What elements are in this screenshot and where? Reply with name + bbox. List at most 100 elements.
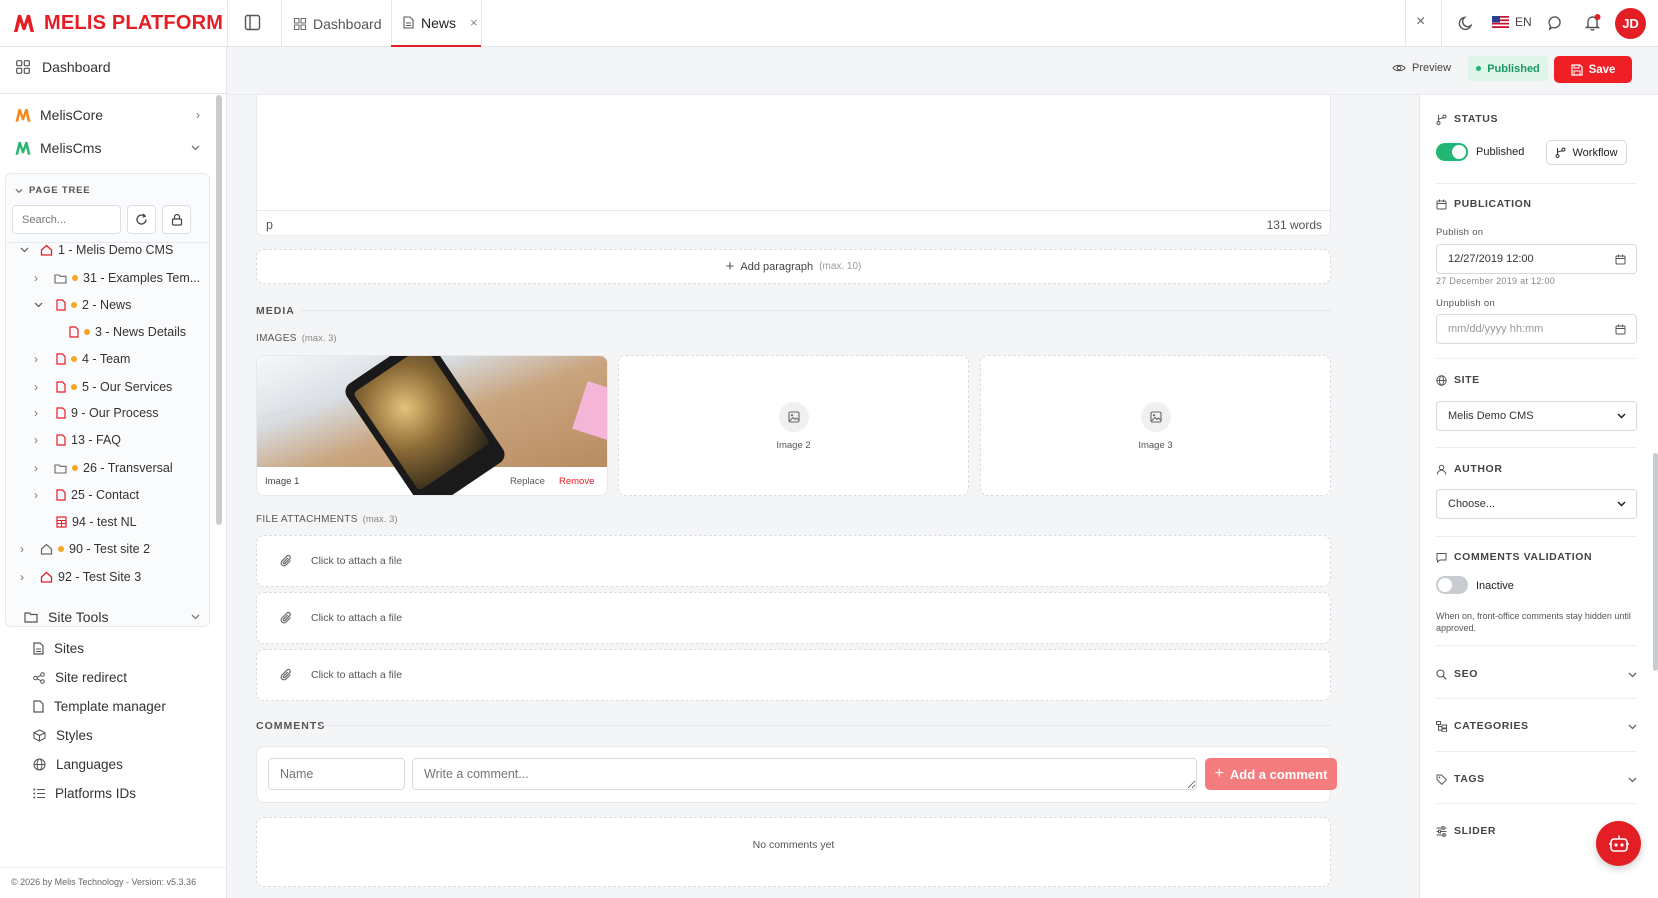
- divider: [1436, 183, 1636, 184]
- image-slot-3[interactable]: Image 3: [980, 355, 1331, 496]
- comment-name-input[interactable]: [268, 758, 405, 790]
- sidebar-toggle-icon[interactable]: [244, 14, 261, 31]
- page-icon: [56, 299, 66, 311]
- lock-button[interactable]: [162, 205, 191, 234]
- site-tools-item-styles[interactable]: Styles: [33, 728, 93, 743]
- comments-section-title: COMMENTS: [256, 720, 326, 732]
- tree-item-9[interactable]: › 9 - Our Process: [34, 406, 159, 420]
- moon-icon[interactable]: [1458, 15, 1474, 31]
- tree-item-31[interactable]: › 31 - Examples Tem...: [34, 271, 200, 285]
- site-tools-item-sites[interactable]: Sites: [33, 641, 84, 656]
- site-tools-item-languages[interactable]: Languages: [33, 757, 123, 772]
- tab-label: Dashboard: [313, 15, 382, 32]
- tab-close-icon[interactable]: ×: [470, 15, 478, 30]
- preview-button[interactable]: Preview: [1392, 62, 1451, 74]
- add-paragraph-button[interactable]: + Add paragraph (max. 10): [256, 249, 1331, 284]
- add-comment-button[interactable]: + Add a comment: [1205, 758, 1337, 790]
- tags-section-header[interactable]: TAGS: [1436, 773, 1485, 785]
- sidebar-item-meliscore[interactable]: MelisCore ›: [14, 107, 200, 123]
- tree-item-94[interactable]: 94 - test NL: [56, 515, 137, 529]
- no-comments-text: No comments yet: [752, 839, 835, 851]
- element-path: p: [266, 218, 273, 232]
- site-tools-item-site-redirect[interactable]: Site redirect: [33, 670, 127, 685]
- tab-label: News: [421, 14, 457, 31]
- site-tools-header[interactable]: Site Tools: [24, 609, 200, 625]
- slider-section-header[interactable]: SLIDER: [1436, 825, 1496, 837]
- unpublish-on-label: Unpublish on: [1436, 298, 1496, 309]
- categories-section-header[interactable]: CATEGORIES: [1436, 720, 1529, 732]
- tab-dashboard[interactable]: Dashboard: [294, 0, 382, 47]
- tree-item-92[interactable]: › 92 - Test Site 3: [20, 570, 141, 584]
- main-content: p 131 words + Add paragraph (max. 10) ME…: [227, 47, 1419, 898]
- site-select[interactable]: Melis Demo CMS: [1436, 401, 1637, 431]
- image-placeholder-icon: [1141, 402, 1171, 432]
- status-toggle[interactable]: [1436, 143, 1468, 161]
- tree-item-label: 13 - FAQ: [71, 433, 122, 447]
- author-select-value: Choose...: [1448, 498, 1496, 510]
- tree-item-1[interactable]: 1 - Melis Demo CMS: [20, 243, 173, 257]
- logo[interactable]: MELIS PLATFORM: [12, 8, 223, 38]
- remove-image-link[interactable]: Remove: [559, 476, 594, 487]
- rich-text-editor[interactable]: p 131 words: [256, 87, 1331, 236]
- language-selector[interactable]: EN: [1492, 15, 1532, 29]
- page-tree-header[interactable]: PAGE TREE: [15, 185, 90, 196]
- tree-item-13[interactable]: › 13 - FAQ: [34, 433, 121, 447]
- site-home-icon: [40, 244, 53, 256]
- divider: [321, 725, 1331, 726]
- tree-item-4[interactable]: › 4 - Team: [34, 352, 130, 366]
- divider: [1436, 803, 1636, 804]
- sidebar-item-dashboard[interactable]: Dashboard: [16, 59, 226, 75]
- chevron-down-icon[interactable]: [1628, 672, 1637, 678]
- bell-icon[interactable]: [1584, 14, 1601, 31]
- chevron-down-icon[interactable]: [1628, 724, 1637, 730]
- calendar-icon: [1436, 199, 1447, 209]
- divider: [1436, 358, 1636, 359]
- hierarchy-icon: [1436, 720, 1447, 732]
- status-dot: [71, 302, 77, 308]
- user-avatar[interactable]: JD: [1615, 8, 1646, 39]
- phone-shape: [341, 356, 509, 495]
- page-icon: [56, 381, 66, 393]
- file-attachment-slot-1[interactable]: Click to attach a file: [256, 535, 1331, 587]
- refresh-button[interactable]: [127, 205, 156, 234]
- attachments-label-row: FILE ATTACHMENTS (max. 3): [256, 514, 398, 525]
- tab-news[interactable]: News ×: [391, 0, 481, 47]
- tree-item-25[interactable]: › 25 - Contact: [34, 488, 139, 502]
- save-button[interactable]: Save: [1554, 56, 1632, 83]
- word-count: 131 words: [1266, 218, 1322, 232]
- chevron-right-icon: ›: [20, 570, 24, 584]
- sidebar-item-label: MelisCore: [40, 107, 104, 123]
- tree-item-2[interactable]: 2 - News: [34, 298, 131, 312]
- chevron-down-icon[interactable]: [1628, 777, 1637, 783]
- assistant-button[interactable]: [1596, 821, 1641, 866]
- replace-image-link[interactable]: Replace: [510, 476, 545, 487]
- author-select[interactable]: Choose...: [1436, 489, 1637, 519]
- sidebar-scrollbar[interactable]: [216, 95, 222, 525]
- chat-icon[interactable]: [1548, 15, 1564, 31]
- comments-validation-toggle[interactable]: [1436, 576, 1468, 594]
- site-tools-item-template-manager[interactable]: Template manager: [33, 699, 166, 714]
- tool-label: Sites: [54, 641, 85, 656]
- tree-item-26[interactable]: › 26 - Transversal: [34, 461, 173, 475]
- sticky-note-shape: [572, 381, 607, 441]
- publish-on-input[interactable]: 12/27/2019 12:00: [1436, 244, 1637, 274]
- tag-icon: [1436, 774, 1447, 785]
- site-tools-item-platforms-ids[interactable]: Platforms IDs: [33, 786, 136, 801]
- workflow-button[interactable]: Workflow: [1546, 140, 1627, 165]
- file-attachment-slot-3[interactable]: Click to attach a file: [256, 649, 1331, 701]
- tree-item-90[interactable]: › 90 - Test site 2: [20, 542, 150, 556]
- tree-item-5[interactable]: › 5 - Our Services: [34, 380, 172, 394]
- unpublish-on-input[interactable]: mm/dd/yyyy hh:mm: [1436, 314, 1637, 344]
- file-attachment-slot-2[interactable]: Click to attach a file: [256, 592, 1331, 644]
- tree-item-3[interactable]: 3 - News Details: [69, 325, 186, 339]
- page-tree-search-input[interactable]: [12, 205, 121, 234]
- panel-scrollbar[interactable]: [1653, 453, 1658, 671]
- image-slot-1[interactable]: Image 1 Replace Remove: [256, 355, 608, 496]
- image-slot-2[interactable]: Image 2: [618, 355, 969, 496]
- sidebar-item-meliscms[interactable]: MelisCms: [14, 140, 200, 156]
- status-dot: [72, 275, 78, 281]
- seo-section-header[interactable]: SEO: [1436, 668, 1478, 680]
- close-all-tabs-icon[interactable]: ×: [1416, 13, 1425, 31]
- comments-validation-hint: When on, front-office comments stay hidd…: [1436, 611, 1631, 633]
- comment-text-input[interactable]: [412, 758, 1197, 790]
